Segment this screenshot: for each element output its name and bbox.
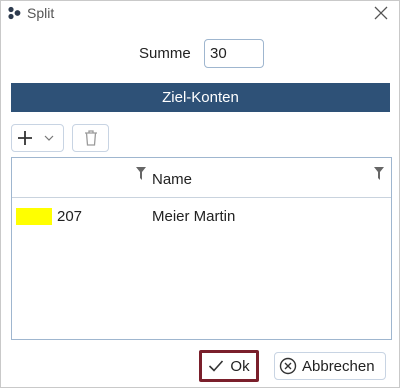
close-button[interactable] [371,3,391,23]
window-title: Split [27,5,55,21]
color-swatch [16,208,52,225]
trash-icon [84,130,97,146]
add-dropdown-button[interactable] [11,124,64,152]
ok-label: Ok [230,357,250,375]
cancel-button[interactable]: Abbrechen [274,352,386,380]
grid-header: Name [12,158,391,198]
filter-icon[interactable] [374,167,384,181]
cancel-circle-icon [279,357,297,375]
filter-icon[interactable] [136,167,146,181]
checkmark-icon [209,360,224,372]
target-accounts-grid: Name 207 Meier Martin [11,157,392,340]
close-icon [374,6,388,20]
title-bar: Split [1,1,399,26]
account-number: 207 [57,208,83,225]
ok-button[interactable]: Ok [199,350,259,382]
delete-button[interactable] [72,124,109,152]
plus-icon [18,131,32,145]
summe-label: Summe [139,45,191,62]
app-logo-icon [7,6,21,20]
account-name: Meier Martin [152,208,236,225]
table-row[interactable]: 207 Meier Martin [12,201,391,231]
split-dialog: Split Summe Ziel-Konten [0,0,400,388]
section-title: Ziel-Konten [162,89,239,106]
section-header: Ziel-Konten [11,83,390,112]
chevron-down-icon [44,135,54,141]
cancel-label: Abbrechen [302,357,375,375]
summe-input[interactable] [204,39,264,68]
column-header-name[interactable]: Name [152,171,192,188]
